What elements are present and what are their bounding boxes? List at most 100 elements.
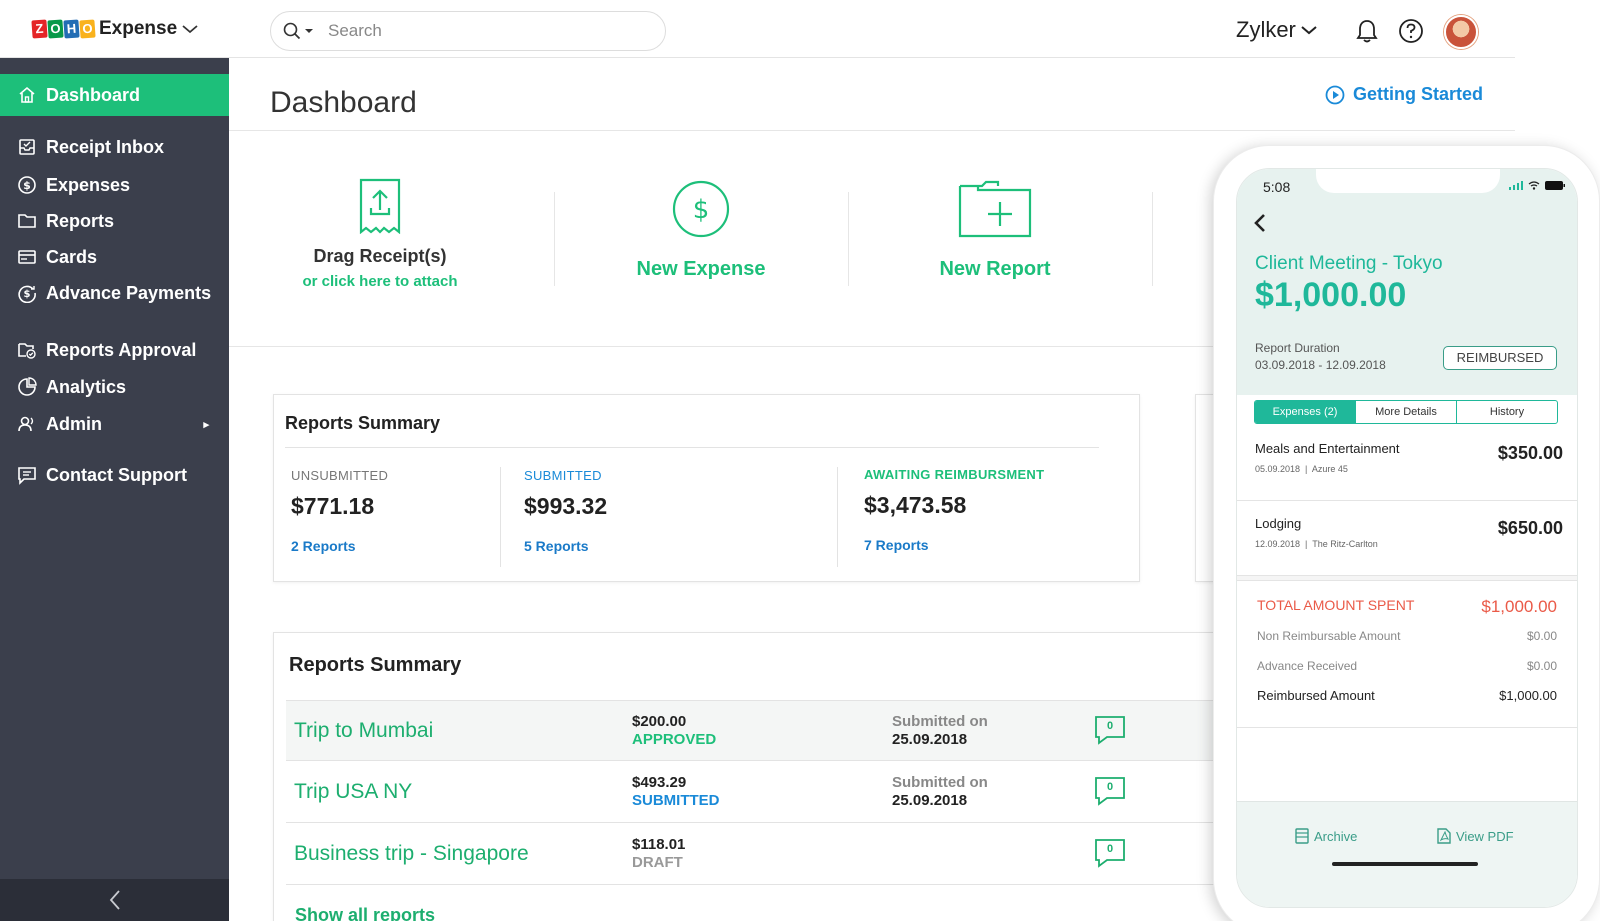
expense-amount: $350.00 — [1497, 443, 1563, 463]
non-reimbursable-row: Non Reimbursable Amount $0.00 — [1257, 629, 1557, 643]
expense-item[interactable]: Meals and Entertainment 05.09.2018 | Azu… — [1237, 426, 1577, 501]
archive-icon — [1295, 828, 1309, 844]
report-total: $1,000.00 — [1255, 276, 1407, 314]
home-icon — [16, 84, 38, 106]
tab-more-details[interactable]: More Details — [1355, 401, 1456, 423]
battery-icon — [1545, 181, 1565, 190]
card-title: Reports Summary — [289, 654, 462, 676]
chevron-left-icon — [109, 890, 120, 910]
tab-expenses[interactable]: Expenses (2) — [1255, 401, 1355, 423]
reports-list-card: Reports Summary Trip to Mumbai $200.00 A… — [273, 632, 1234, 921]
table-row[interactable]: Trip to Mumbai $200.00 APPROVED Submitte… — [286, 700, 1234, 761]
dollar-icon: $ — [16, 174, 38, 196]
collapse-sidebar-button[interactable] — [0, 879, 229, 921]
org-switcher[interactable]: Zylker — [1236, 17, 1318, 43]
total-spent-row: TOTAL AMOUNT SPENT $1,000.00 — [1257, 597, 1557, 617]
phone-screen: 5:08 Client Meeting - Tokyo $1,000.00 Re… — [1236, 168, 1578, 908]
phone-action-bar: Archive View PDF — [1237, 801, 1577, 907]
pdf-icon — [1437, 828, 1451, 844]
sidebar-item-reports-approval[interactable]: Reports Approval — [0, 329, 229, 371]
sidebar-item-advance-payments[interactable]: $ Advance Payments — [0, 272, 229, 314]
product-name: Expense — [99, 18, 178, 39]
sidebar-item-label: Dashboard — [46, 84, 141, 105]
phone-time: 5:08 — [1263, 179, 1291, 195]
comment-count: 0 — [1106, 720, 1114, 732]
summary-reports-link[interactable]: 5 Reports — [524, 538, 607, 554]
report-name[interactable]: Trip to Mumbai — [294, 719, 433, 743]
top-bar: Z O H O Expense Zylker — [0, 0, 1515, 58]
drag-receipt-dropzone[interactable]: Drag Receipt(s) or click here to attach — [255, 178, 505, 290]
new-report-button[interactable]: New Report — [870, 180, 1120, 281]
advance-received-value: $0.00 — [1526, 659, 1557, 673]
summary-reports-link[interactable]: 2 Reports — [291, 538, 388, 554]
logo-letter: O — [47, 19, 64, 39]
table-row[interactable]: Trip USA NY $493.29 SUBMITTED Submitted … — [286, 762, 1234, 823]
summary-reports-link[interactable]: 7 Reports — [864, 537, 1044, 553]
back-arrow-icon[interactable] — [1253, 213, 1267, 233]
report-amount: $200.00 — [632, 713, 687, 730]
avatar[interactable] — [1444, 15, 1478, 49]
caret-down-icon[interactable] — [304, 27, 314, 35]
dollar-circle-icon: $ — [672, 180, 730, 238]
archive-button[interactable]: Archive — [1295, 828, 1357, 844]
expense-meta: 12.09.2018 | The Ritz-Carlton — [1255, 539, 1378, 549]
archive-label: Archive — [1314, 828, 1358, 844]
unsubmitted-summary: UNSUBMITTED $771.18 2 Reports — [291, 468, 388, 554]
folder-plus-icon — [958, 180, 1032, 238]
logo-letter: H — [63, 19, 80, 39]
sidebar-item-receipt-inbox[interactable]: Receipt Inbox — [0, 126, 229, 168]
comments-button[interactable]: 0 — [1094, 715, 1126, 750]
sidebar-item-label: Reports Approval — [46, 339, 197, 360]
sidebar-item-admin[interactable]: Admin ▸ — [0, 403, 229, 445]
new-report-label: New Report — [939, 258, 1051, 280]
card-title: Reports Summary — [285, 413, 441, 433]
expand-arrow-icon[interactable]: ▸ — [203, 418, 209, 431]
sidebar-item-label: Reports — [46, 210, 115, 231]
comments-button[interactable]: 0 — [1094, 776, 1126, 811]
app-logo[interactable]: Z O H O Expense — [31, 18, 199, 40]
attach-link[interactable]: or click here to attach — [255, 273, 505, 290]
expense-item[interactable]: Lodging 12.09.2018 | The Ritz-Carlton $6… — [1237, 501, 1577, 576]
awaiting-reimbursement-summary: AWAITING REIMBURSMENT $3,473.58 7 Report… — [864, 467, 1044, 553]
tab-history[interactable]: History — [1456, 401, 1557, 423]
bell-icon[interactable] — [1355, 18, 1379, 44]
view-pdf-button[interactable]: View PDF — [1437, 828, 1514, 844]
divider — [1152, 192, 1153, 286]
receipt-upload-icon — [359, 178, 401, 234]
comment-count: 0 — [1106, 781, 1114, 793]
report-name[interactable]: Trip USA NY — [294, 780, 412, 804]
chat-icon — [16, 464, 38, 486]
report-amount: $118.01 — [632, 836, 686, 853]
table-row[interactable]: Business trip - Singapore $118.01 DRAFT … — [286, 824, 1234, 885]
advance-icon: $ — [16, 282, 38, 304]
sidebar-item-label: Admin — [46, 413, 102, 434]
svg-text:$: $ — [23, 179, 31, 192]
phone-tabs: Expenses (2) More Details History — [1254, 400, 1558, 424]
sidebar: Dashboard Receipt Inbox $ Expenses Repor… — [0, 58, 229, 921]
sidebar-item-analytics[interactable]: Analytics — [0, 366, 229, 408]
comments-button[interactable]: 0 — [1094, 838, 1126, 873]
sidebar-item-contact-support[interactable]: Contact Support — [0, 454, 229, 496]
getting-started-link[interactable]: Getting Started — [1325, 84, 1483, 105]
search-icon[interactable] — [283, 22, 301, 40]
search-box[interactable] — [270, 11, 666, 51]
sidebar-item-label: Advance Payments — [46, 282, 212, 303]
help-icon[interactable] — [1398, 18, 1424, 44]
search-input[interactable] — [328, 21, 628, 41]
report-name[interactable]: Business trip - Singapore — [294, 842, 529, 866]
drag-receipt-title: Drag Receipt(s) — [313, 246, 447, 266]
duration-value: 03.09.2018 - 12.09.2018 — [1255, 358, 1386, 372]
total-spent-value: $1,000.00 — [1481, 597, 1557, 616]
submitted-date: 25.09.2018 — [892, 792, 968, 809]
admin-icon — [16, 413, 38, 435]
home-indicator — [1332, 862, 1478, 866]
sidebar-item-dashboard[interactable]: Dashboard — [0, 74, 229, 116]
divider — [1237, 575, 1577, 581]
expense-date: 05.09.2018 — [1255, 464, 1301, 474]
submitted-label: Submitted on — [892, 713, 988, 730]
show-all-reports-link[interactable]: Show all reports — [295, 905, 435, 921]
chevron-down-icon[interactable] — [181, 23, 199, 35]
new-expense-button[interactable]: $ New Expense — [576, 180, 826, 281]
divider — [1237, 727, 1577, 728]
sidebar-item-label: Receipt Inbox — [46, 136, 165, 157]
